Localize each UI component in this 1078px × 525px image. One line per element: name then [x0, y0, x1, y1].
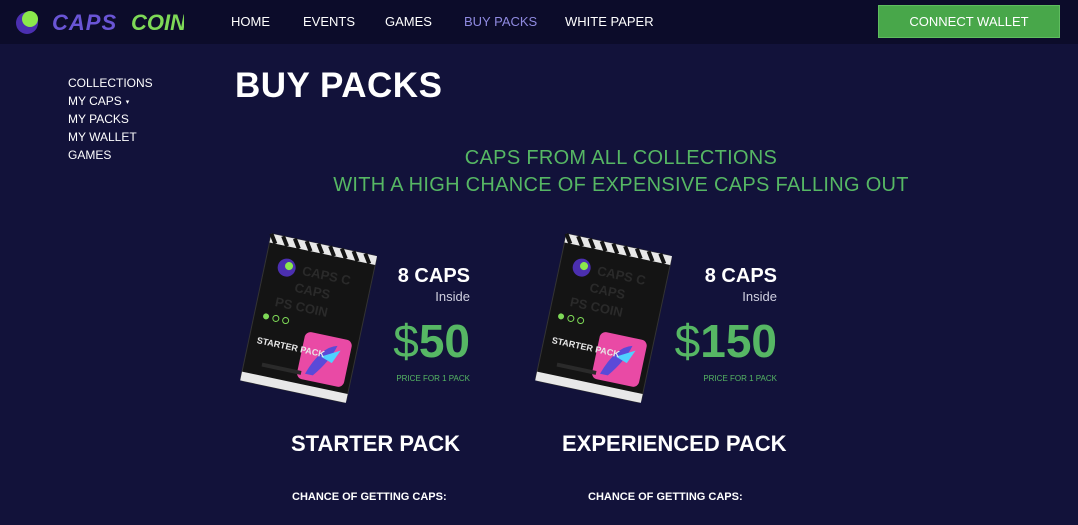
sidebar-item-collections[interactable]: COLLECTIONS: [68, 76, 153, 90]
chance-label: CHANCE OF GETTING CAPS:: [588, 491, 743, 503]
subtitle-line-2: WITH A HIGH CHANCE OF EXPENSIVE CAPS FAL…: [333, 174, 909, 196]
chance-label: CHANCE OF GETTING CAPS:: [292, 491, 447, 503]
price-note: PRICE FOR 1 PACK: [396, 374, 470, 383]
price-note: PRICE FOR 1 PACK: [703, 374, 777, 383]
logo-ball-icon: [22, 11, 38, 27]
price: $150: [617, 314, 777, 368]
sidebar-item-my-wallet[interactable]: MY WALLET: [68, 130, 137, 144]
sidebar-item-my-packs[interactable]: MY PACKS: [68, 112, 129, 126]
nav-games[interactable]: GAMES: [385, 14, 432, 29]
caps-coin-logo[interactable]: CAPS COIN: [14, 8, 184, 36]
price-value: 50: [418, 315, 470, 367]
sidebar-item-my-caps[interactable]: MY CAPS ▾: [68, 94, 129, 108]
chevron-down-icon: ▾: [125, 99, 130, 106]
nav-buy-packs[interactable]: BUY PACKS: [464, 14, 537, 29]
currency-symbol: $: [393, 315, 419, 367]
currency-symbol: $: [674, 315, 701, 367]
price: $50: [330, 314, 470, 368]
logo-text-coin: COIN: [131, 10, 184, 35]
caps-count: 8 CAPS: [704, 265, 777, 287]
pack-name: EXPERIENCED PACK: [562, 431, 787, 456]
subtitle-line-1: CAPS FROM ALL COLLECTIONS: [464, 147, 778, 169]
price-value: 150: [700, 315, 777, 367]
nav-white-paper[interactable]: WHITE PAPER: [565, 14, 654, 29]
top-navigation-bar: CAPS COIN HOME EVENTS GAMES BUY PACKS WH…: [0, 0, 1078, 44]
connect-wallet-button[interactable]: CONNECT WALLET: [878, 5, 1060, 38]
caps-count: 8 CAPS: [397, 265, 470, 287]
caps-inside-label: Inside: [435, 289, 470, 304]
caps-inside-label: Inside: [742, 289, 777, 304]
nav-events[interactable]: EVENTS: [303, 14, 355, 29]
nav-home[interactable]: HOME: [231, 14, 270, 29]
logo-text-caps: CAPS: [52, 10, 117, 35]
pack-name: STARTER PACK: [291, 431, 461, 456]
sidebar-item-games[interactable]: GAMES: [68, 148, 111, 162]
sidebar-item-label: MY CAPS: [68, 94, 122, 108]
page-title: BUY PACKS: [235, 66, 443, 105]
